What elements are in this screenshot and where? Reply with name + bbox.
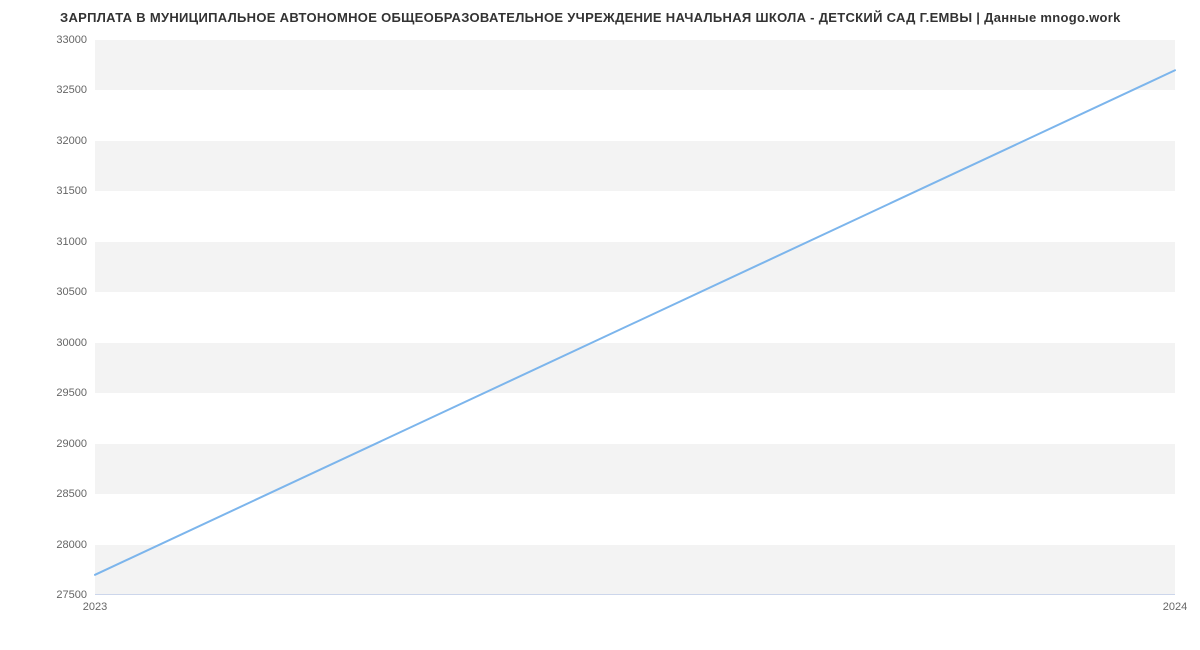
chart-title: ЗАРПЛАТА В МУНИЦИПАЛЬНОЕ АВТОНОМНОЕ ОБЩЕ… <box>0 0 1200 25</box>
y-tick-label: 28000 <box>56 539 87 551</box>
y-tick-label: 29500 <box>56 387 87 399</box>
y-tick-label: 33000 <box>56 34 87 46</box>
y-tick-label: 27500 <box>56 589 87 601</box>
y-tick-label: 32500 <box>56 84 87 96</box>
y-tick-label: 32000 <box>56 135 87 147</box>
y-tick-label: 28500 <box>56 488 87 500</box>
y-tick-label: 29000 <box>56 438 87 450</box>
chart-plot-area: 2750028000285002900029500300003050031000… <box>95 40 1175 595</box>
x-tick-label: 2023 <box>83 601 107 613</box>
y-tick-label: 30000 <box>56 337 87 349</box>
y-tick-label: 31500 <box>56 185 87 197</box>
line-series <box>95 40 1175 595</box>
y-tick-label: 31000 <box>56 236 87 248</box>
y-tick-label: 30500 <box>56 286 87 298</box>
x-tick-label: 2024 <box>1163 601 1187 613</box>
x-axis <box>95 594 1175 595</box>
